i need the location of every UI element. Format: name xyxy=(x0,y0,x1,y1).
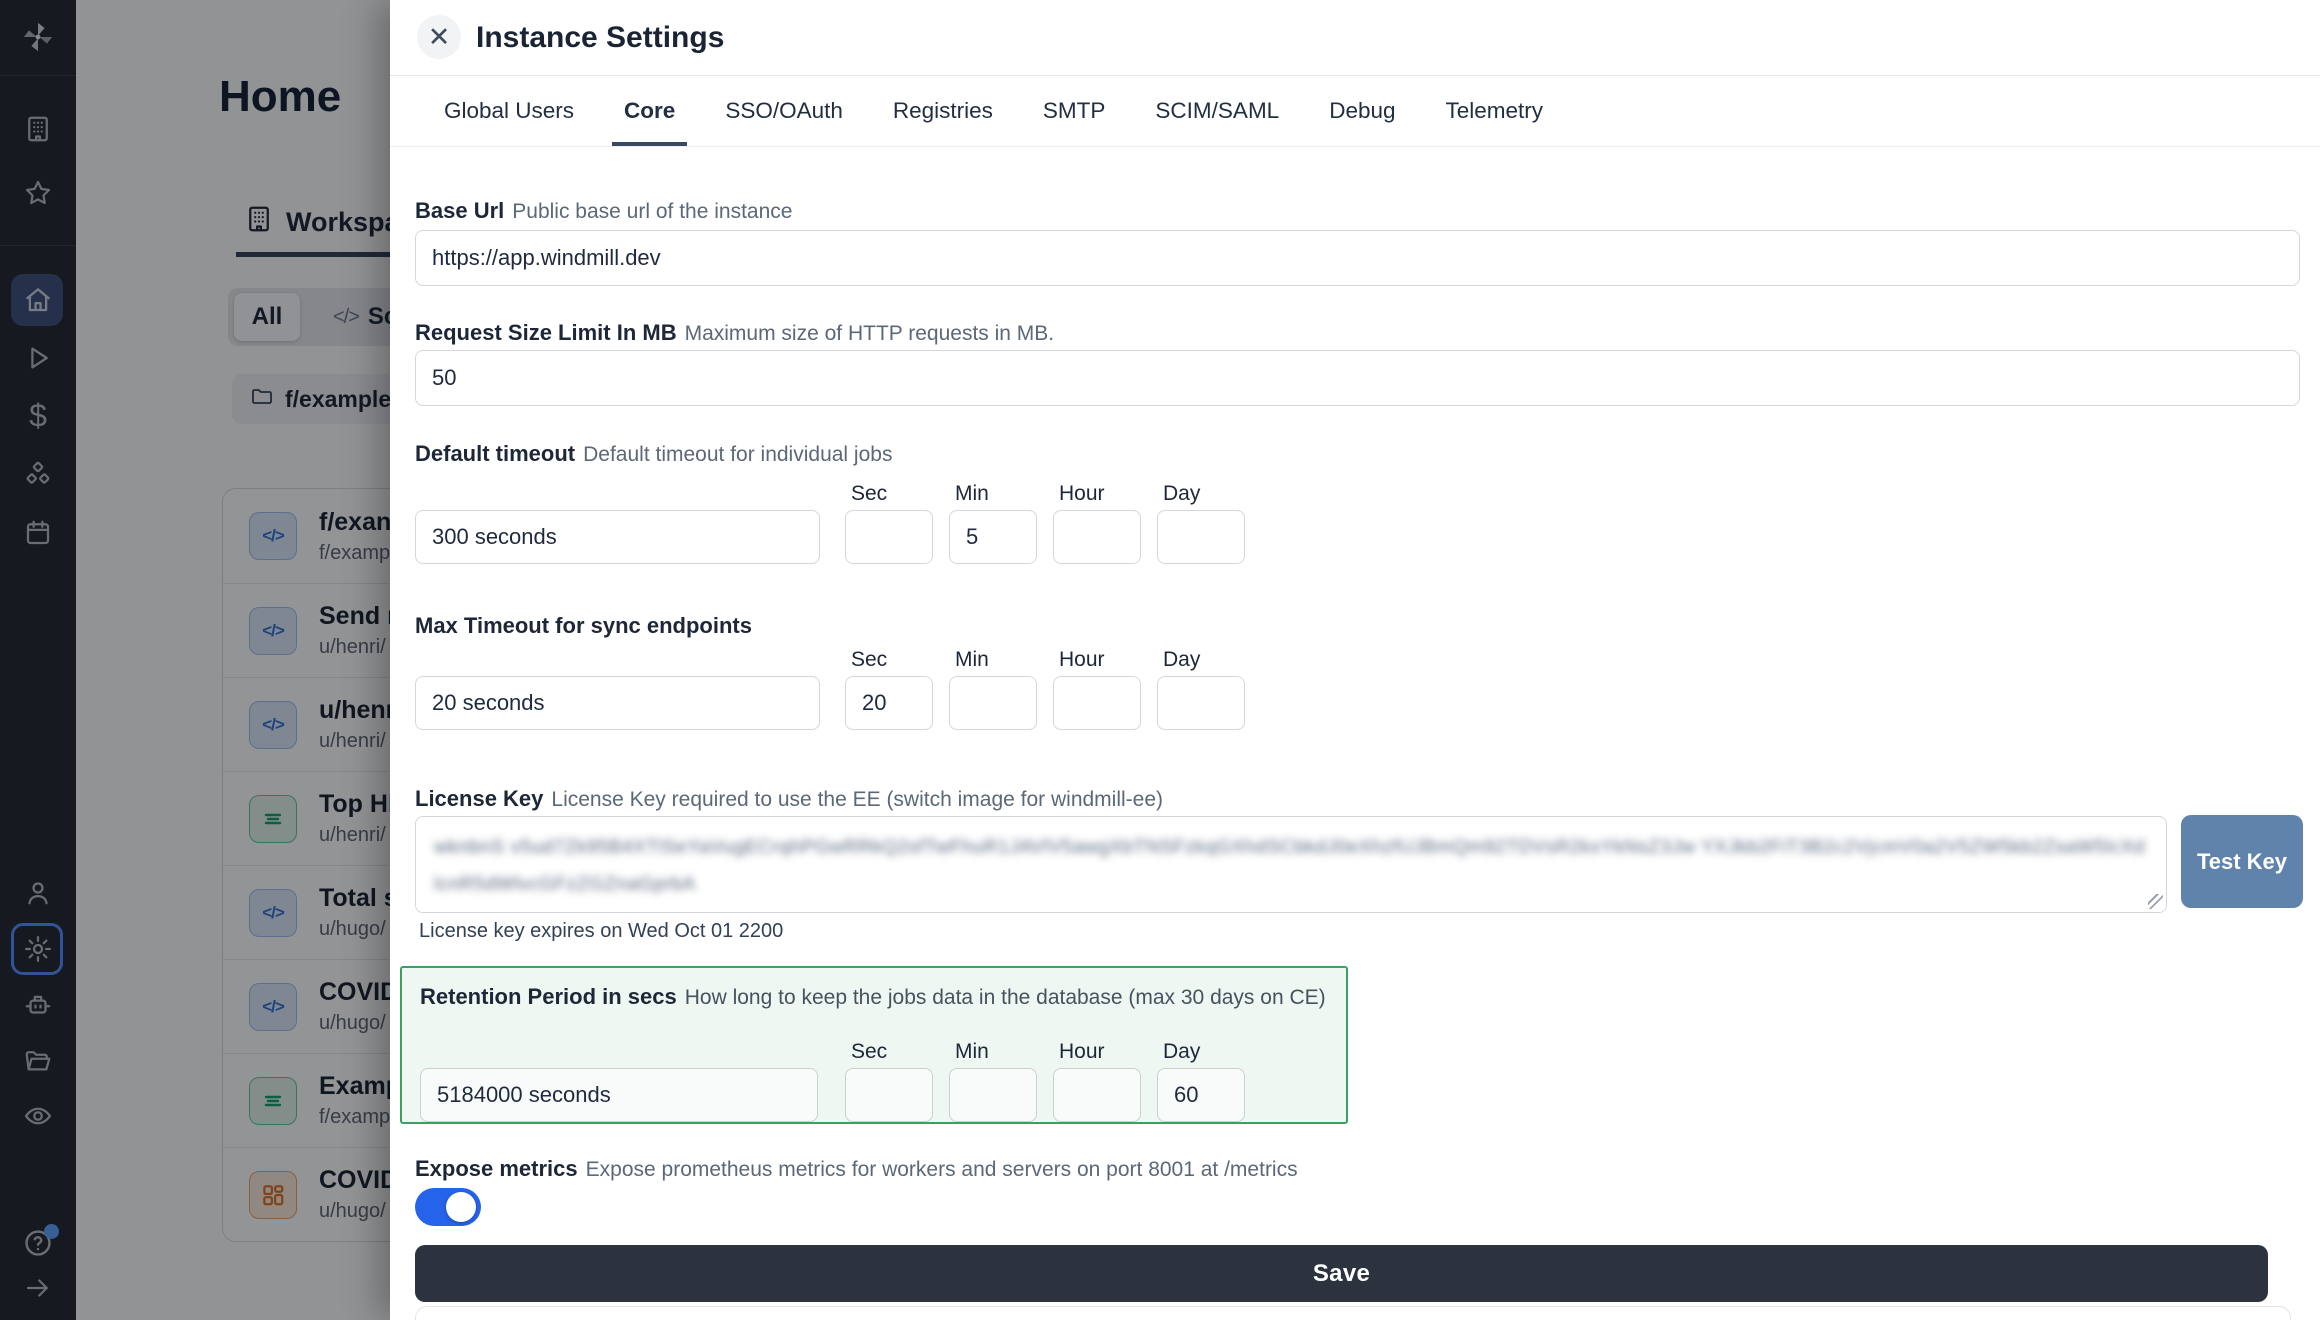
tabs-divider xyxy=(390,146,2320,147)
default-timeout-main-input[interactable] xyxy=(415,510,820,564)
default-timeout-label-row: Default timeout Default timeout for indiv… xyxy=(415,441,892,467)
sec-label: Sec xyxy=(851,1040,887,1064)
default-timeout-hour-input[interactable] xyxy=(1053,510,1141,564)
modal-title: Instance Settings xyxy=(476,21,724,55)
license-label: License Key xyxy=(415,786,543,811)
toggle-knob xyxy=(446,1192,476,1222)
metrics-label: Expose metrics xyxy=(415,1156,578,1181)
textarea-resize-handle[interactable] xyxy=(2148,894,2163,909)
default-timeout-label: Default timeout xyxy=(415,441,575,466)
tab-registries[interactable]: Registries xyxy=(881,75,1005,146)
test-key-button[interactable]: Test Key xyxy=(2181,815,2303,908)
close-icon[interactable]: ✕ xyxy=(417,15,461,59)
max-timeout-main-input[interactable] xyxy=(415,676,820,730)
max-timeout-sec-input[interactable] xyxy=(845,676,933,730)
max-timeout-label: Max Timeout for sync endpoints xyxy=(415,613,752,638)
default-timeout-sec-input[interactable] xyxy=(845,510,933,564)
day-label: Day xyxy=(1163,1040,1200,1064)
tab-debug[interactable]: Debug xyxy=(1317,75,1407,146)
settings-tabs: Global Users Core SSO/OAuth Registries S… xyxy=(432,75,1555,146)
metrics-hint: Expose prometheus metrics for workers an… xyxy=(586,1158,1298,1181)
min-label: Min xyxy=(955,648,989,672)
base-url-input[interactable] xyxy=(415,230,2300,286)
instance-settings-modal: ✕ Instance Settings Global Users Core SS… xyxy=(390,0,2320,1320)
request-size-input[interactable] xyxy=(415,350,2300,406)
request-size-label: Request Size Limit In MB xyxy=(415,320,677,345)
retention-min-input[interactable] xyxy=(949,1068,1037,1122)
max-timeout-hour-input[interactable] xyxy=(1053,676,1141,730)
retention-day-input[interactable] xyxy=(1157,1068,1245,1122)
sec-label: Sec xyxy=(851,648,887,672)
retention-sec-input[interactable] xyxy=(845,1068,933,1122)
base-url-label-row: Base Url Public base url of the instance xyxy=(415,198,792,224)
default-timeout-day-input[interactable] xyxy=(1157,510,1245,564)
expose-metrics-toggle[interactable] xyxy=(415,1188,481,1226)
tab-scim-saml[interactable]: SCIM/SAML xyxy=(1143,75,1291,146)
retention-hour-input[interactable] xyxy=(1053,1068,1141,1122)
tab-smtp[interactable]: SMTP xyxy=(1031,75,1118,146)
hour-label: Hour xyxy=(1059,482,1105,506)
tab-global-users[interactable]: Global Users xyxy=(432,75,586,146)
base-url-hint: Public base url of the instance xyxy=(512,200,792,223)
save-button[interactable]: Save xyxy=(415,1245,2268,1302)
hour-label: Hour xyxy=(1059,648,1105,672)
retention-label-row: Retention Period in secs How long to keep… xyxy=(420,984,1326,1010)
request-size-hint: Maximum size of HTTP requests in MB. xyxy=(685,322,1055,345)
retention-main-input[interactable] xyxy=(420,1068,818,1122)
retention-hint: How long to keep the jobs data in the da… xyxy=(685,986,1326,1009)
tab-core[interactable]: Core xyxy=(612,75,687,146)
base-url-label: Base Url xyxy=(415,198,504,223)
max-timeout-day-input[interactable] xyxy=(1157,676,1245,730)
tab-telemetry[interactable]: Telemetry xyxy=(1434,75,1556,146)
request-size-label-row: Request Size Limit In MB Maximum size of … xyxy=(415,320,1054,346)
license-expiry-text: License key expires on Wed Oct 01 2200 xyxy=(419,920,783,943)
retention-label: Retention Period in secs xyxy=(420,984,677,1009)
tab-sso-oauth[interactable]: SSO/OAuth xyxy=(713,75,855,146)
license-key-textarea-wrap: wknbnS v5ud7Zk95B4XTlSeYaVugECrqhPGwRRkQ… xyxy=(415,816,2167,913)
default-timeout-min-input[interactable] xyxy=(949,510,1037,564)
license-key-textarea[interactable]: wknbnS v5ud7Zk95B4XTlSeYaVugECrqhPGwRRkQ… xyxy=(416,817,2166,912)
max-timeout-min-input[interactable] xyxy=(949,676,1037,730)
sec-label: Sec xyxy=(851,482,887,506)
license-hint: License Key required to use the EE (swit… xyxy=(551,788,1163,811)
metrics-label-row: Expose metrics Expose prometheus metrics … xyxy=(415,1156,1298,1182)
min-label: Min xyxy=(955,482,989,506)
max-timeout-label-row: Max Timeout for sync endpoints xyxy=(415,613,752,639)
day-label: Day xyxy=(1163,648,1200,672)
hour-label: Hour xyxy=(1059,1040,1105,1064)
min-label: Min xyxy=(955,1040,989,1064)
next-section-peek xyxy=(415,1306,2291,1320)
license-label-row: License Key License Key required to use t… xyxy=(415,786,1163,812)
default-timeout-hint: Default timeout for individual jobs xyxy=(583,443,892,466)
day-label: Day xyxy=(1163,482,1200,506)
